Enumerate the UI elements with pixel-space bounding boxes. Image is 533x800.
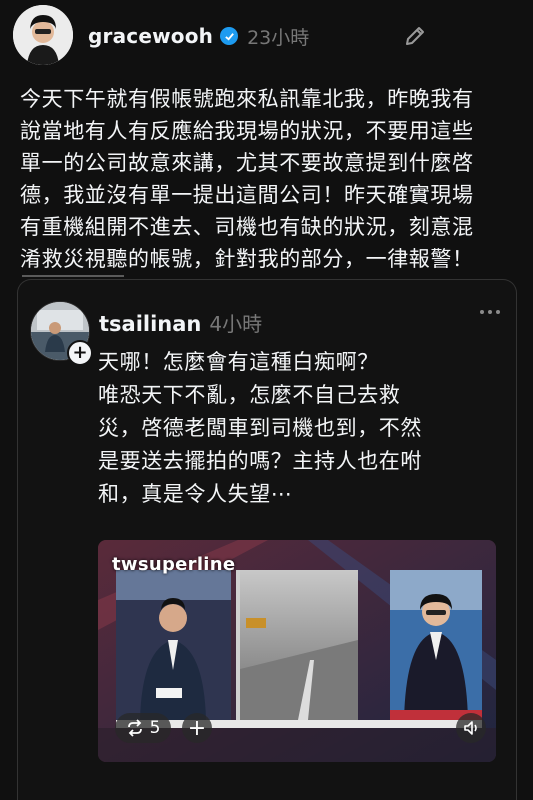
post-body-text: 今天下午就有假帳號跑來私訊靠北我，昨晚我有 說當地有人有反應給我現場的狀況，不要…: [20, 87, 474, 271]
repost-button[interactable]: 5: [115, 713, 171, 743]
plus-follow-icon[interactable]: +: [67, 340, 93, 366]
threads-post-view: gracewooh 23小時 今天下午就有假帳號跑來私訊靠北我，昨晚我有 說當地…: [0, 0, 533, 800]
verified-badge-icon: [220, 27, 239, 45]
post-timestamp: 23小時: [247, 26, 310, 49]
quoted-timestamp: 4小時: [209, 312, 263, 336]
volume-icon[interactable]: [456, 713, 486, 743]
thread-divider: [22, 275, 124, 277]
repost-icon: [127, 719, 142, 737]
author-username[interactable]: gracewooh: [88, 24, 213, 48]
author-header: gracewooh 23小時: [88, 22, 309, 50]
quoted-post-card[interactable]: + tsailinan 4小時 天哪！怎麼會有這種白痴啊？ 唯恐天下不亂，怎麼不…: [17, 279, 517, 800]
video-watermark: twsuperline: [112, 554, 236, 575]
add-button[interactable]: +: [182, 713, 212, 743]
video-player[interactable]: twsuperline 5 +: [98, 540, 496, 762]
quoted-username[interactable]: tsailinan: [99, 312, 201, 336]
edit-pencil-icon[interactable]: [401, 22, 429, 50]
quoted-body-text: 天哪！怎麼會有這種白痴啊？ 唯恐天下不亂，怎麼不自己去救 災，啓德老闆車到司機也…: [98, 350, 422, 506]
author-avatar[interactable]: [13, 5, 73, 65]
more-dots-icon[interactable]: [480, 310, 500, 314]
repost-count: 5: [149, 718, 161, 738]
quoted-author-header: tsailinan 4小時: [99, 308, 262, 337]
